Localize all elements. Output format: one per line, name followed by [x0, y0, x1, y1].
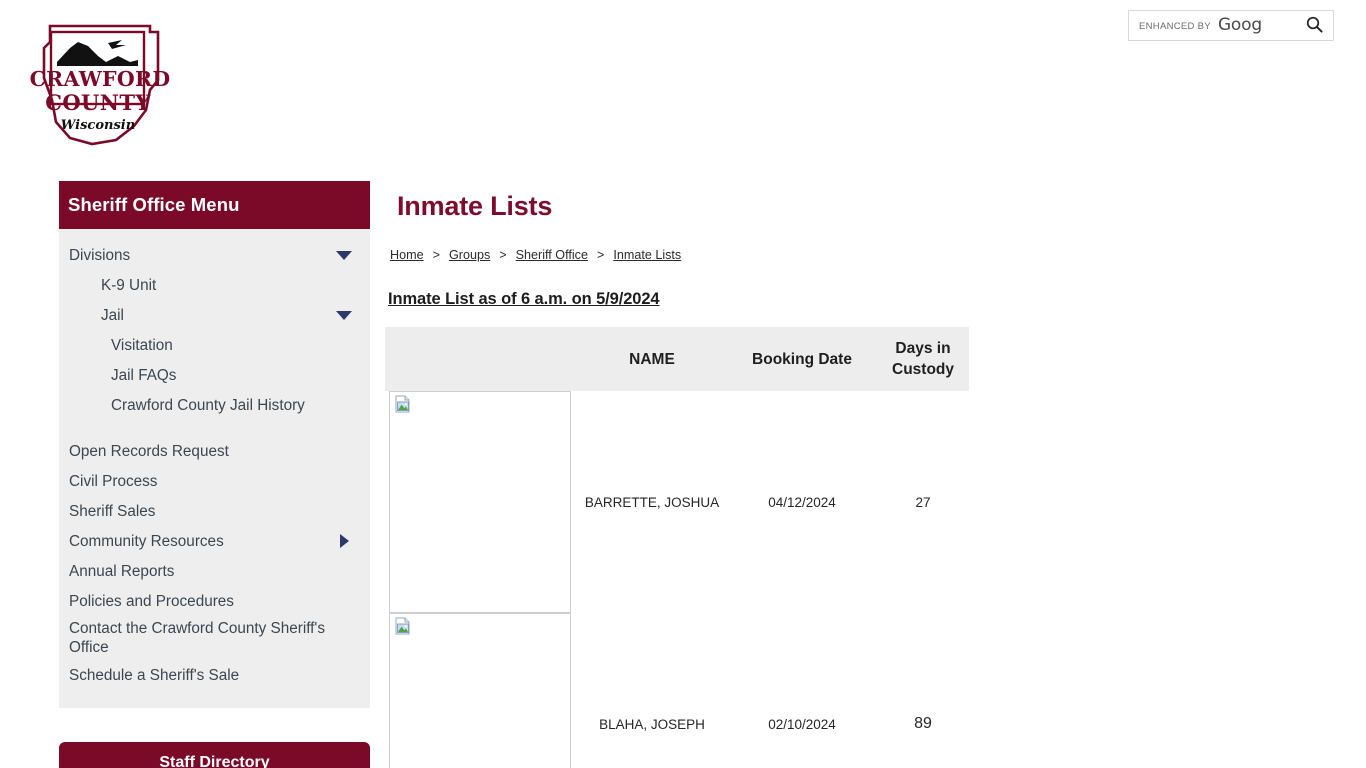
breadcrumb-link-sheriff-office[interactable]: Sheriff Office	[516, 248, 588, 262]
sidebar-item-label: Policies and Procedures	[69, 592, 234, 610]
chevron-down-icon[interactable]	[336, 250, 352, 260]
inmate-name: BLAHA, JOSEPH	[599, 716, 705, 732]
sidebar-item-civil-process[interactable]: Civil Process	[59, 466, 370, 496]
sidebar-item-schedule-a-sheriff-s-sale[interactable]: Schedule a Sheriff's Sale	[59, 660, 370, 690]
sidebar-item-label: Civil Process	[69, 472, 158, 490]
breadcrumb: Home > Groups > Sheriff Office > Inmate Lists	[390, 248, 1350, 262]
breadcrumb-separator: >	[499, 248, 507, 262]
breadcrumb-separator: >	[596, 248, 605, 262]
breadcrumb-link-home[interactable]: Home	[390, 248, 424, 262]
svg-text:CRAWFORD: CRAWFORD	[30, 67, 170, 91]
inmate-name: BARRETTE, JOSHUA	[584, 494, 720, 510]
breadcrumb-link-inmate-lists[interactable]: Inmate Lists	[613, 248, 681, 262]
inmate-photo-cell	[385, 391, 577, 613]
inmate-photo-cell	[385, 613, 577, 768]
inmate-booking-date: 04/12/2024	[768, 494, 836, 510]
inmate-table-body: BARRETTE, JOSHUA 04/12/2024 27 BLAHA, JOSEP…	[385, 391, 969, 768]
sidebar-item-label: K-9 Unit	[101, 276, 157, 294]
inmate-booking-date: 02/10/2024	[768, 716, 836, 732]
page-title: Inmate Lists	[397, 191, 553, 221]
sidebar-item-visitation[interactable]: Visitation	[59, 330, 370, 360]
sidebar-item-label: Contact the Crawford County Sheriff's Of…	[69, 620, 326, 656]
sidebar-item-community-resources[interactable]: Community Resources	[59, 526, 370, 556]
inmate-photo-placeholder	[389, 613, 571, 768]
sidebar-item-crawford-county-jail-history[interactable]: Crawford County Jail History	[59, 390, 370, 420]
sidebar-item-k-9-unit[interactable]: K-9 Unit	[59, 270, 370, 300]
inmate-table: NAME Booking Date Days in Custody BARRETTE…	[385, 327, 969, 768]
search-button[interactable]	[1295, 11, 1333, 40]
inmate-days-in-custody: 27	[915, 494, 931, 510]
sidebar-item-annual-reports[interactable]: Annual Reports	[59, 556, 370, 586]
sidebar-item-jail[interactable]: Jail	[59, 300, 370, 330]
site-header: CRAWFORD COUNTY Wisconsin ENHANCED BY Go…	[0, 0, 1366, 170]
sidebar-item-label: Community Resources	[69, 532, 224, 550]
sidebar-item-policies-and-procedures[interactable]: Policies and Procedures	[59, 586, 370, 616]
site-logo[interactable]: CRAWFORD COUNTY Wisconsin	[30, 18, 172, 150]
sidebar-item-label: Jail	[101, 306, 124, 324]
search-input[interactable]: ENHANCED BY Goog	[1129, 11, 1295, 40]
page-root: CRAWFORD COUNTY Wisconsin ENHANCED BY Go…	[0, 0, 1366, 768]
inmate-list-heading: Inmate List as of 6 a.m. on 5/9/2024	[388, 290, 660, 308]
column-header-booking-date: Booking Date	[727, 327, 877, 391]
chevron-down-icon[interactable]	[336, 310, 352, 320]
sidebar-item-contact-the-crawford-county-sheriff-s-office[interactable]: Contact the Crawford County Sheriff's Of…	[59, 616, 370, 660]
google-brand-text: Goog	[1217, 15, 1262, 35]
google-custom-search[interactable]: ENHANCED BY Goog	[1128, 10, 1334, 41]
breadcrumb-separator: >	[432, 248, 440, 262]
broken-image-icon	[394, 617, 412, 640]
main-content: Inmate Lists Home > Groups > Sheriff Office >…	[385, 181, 1350, 768]
inmate-table-head: NAME Booking Date Days in Custody	[385, 327, 969, 391]
chevron-right-icon[interactable]	[340, 534, 349, 548]
sidebar-item-label: Divisions	[69, 246, 131, 264]
sidebar-nav: Divisions K-9 Unit Jail Visitation Jail FAQs…	[59, 229, 370, 708]
breadcrumb-link-groups[interactable]: Groups	[449, 248, 490, 262]
sidebar-title: Sheriff Office Menu	[68, 194, 240, 215]
table-header-row: NAME Booking Date Days in Custody	[385, 327, 969, 391]
sidebar-item-jail-faqs[interactable]: Jail FAQs	[59, 360, 370, 390]
svg-text:Wisconsin: Wisconsin	[61, 118, 135, 133]
inmate-photo-placeholder	[389, 391, 571, 613]
sidebar-item-label: Sheriff Sales	[69, 502, 156, 520]
search-icon	[1306, 16, 1323, 36]
sidebar-item-divisions[interactable]: Divisions	[59, 240, 370, 270]
sidebar-item-label: Jail FAQs	[111, 366, 177, 384]
search-enhanced-label: ENHANCED BY	[1139, 21, 1211, 32]
column-header-photo	[385, 327, 577, 391]
sidebar-header: Sheriff Office Menu	[59, 181, 370, 229]
sidebar-item-open-records-request[interactable]: Open Records Request	[59, 436, 370, 466]
column-header-days-in-custody: Days in Custody	[877, 327, 969, 391]
sidebar-item-label: Crawford County Jail History	[111, 396, 305, 414]
table-row: BLAHA, JOSEPH 02/10/2024 89	[385, 613, 969, 768]
sidebar-item-sheriff-sales[interactable]: Sheriff Sales	[59, 496, 370, 526]
sidebar-item-label: Schedule a Sheriff's Sale	[69, 666, 240, 684]
svg-text:COUNTY: COUNTY	[45, 90, 151, 115]
table-row: BARRETTE, JOSHUA 04/12/2024 27	[385, 391, 969, 613]
sidebar-item-label: Annual Reports	[69, 562, 175, 580]
sidebar: Sheriff Office Menu Divisions K-9 Unit Jai…	[59, 181, 370, 708]
column-header-name: NAME	[577, 327, 727, 391]
sidebar-item-label: Visitation	[111, 336, 173, 354]
inmate-days-in-custody: 89	[914, 715, 932, 732]
sidebar-item-label: Open Records Request	[69, 442, 229, 460]
broken-image-icon	[394, 395, 412, 418]
staff-directory-button[interactable]: Staff Directory	[59, 742, 370, 768]
